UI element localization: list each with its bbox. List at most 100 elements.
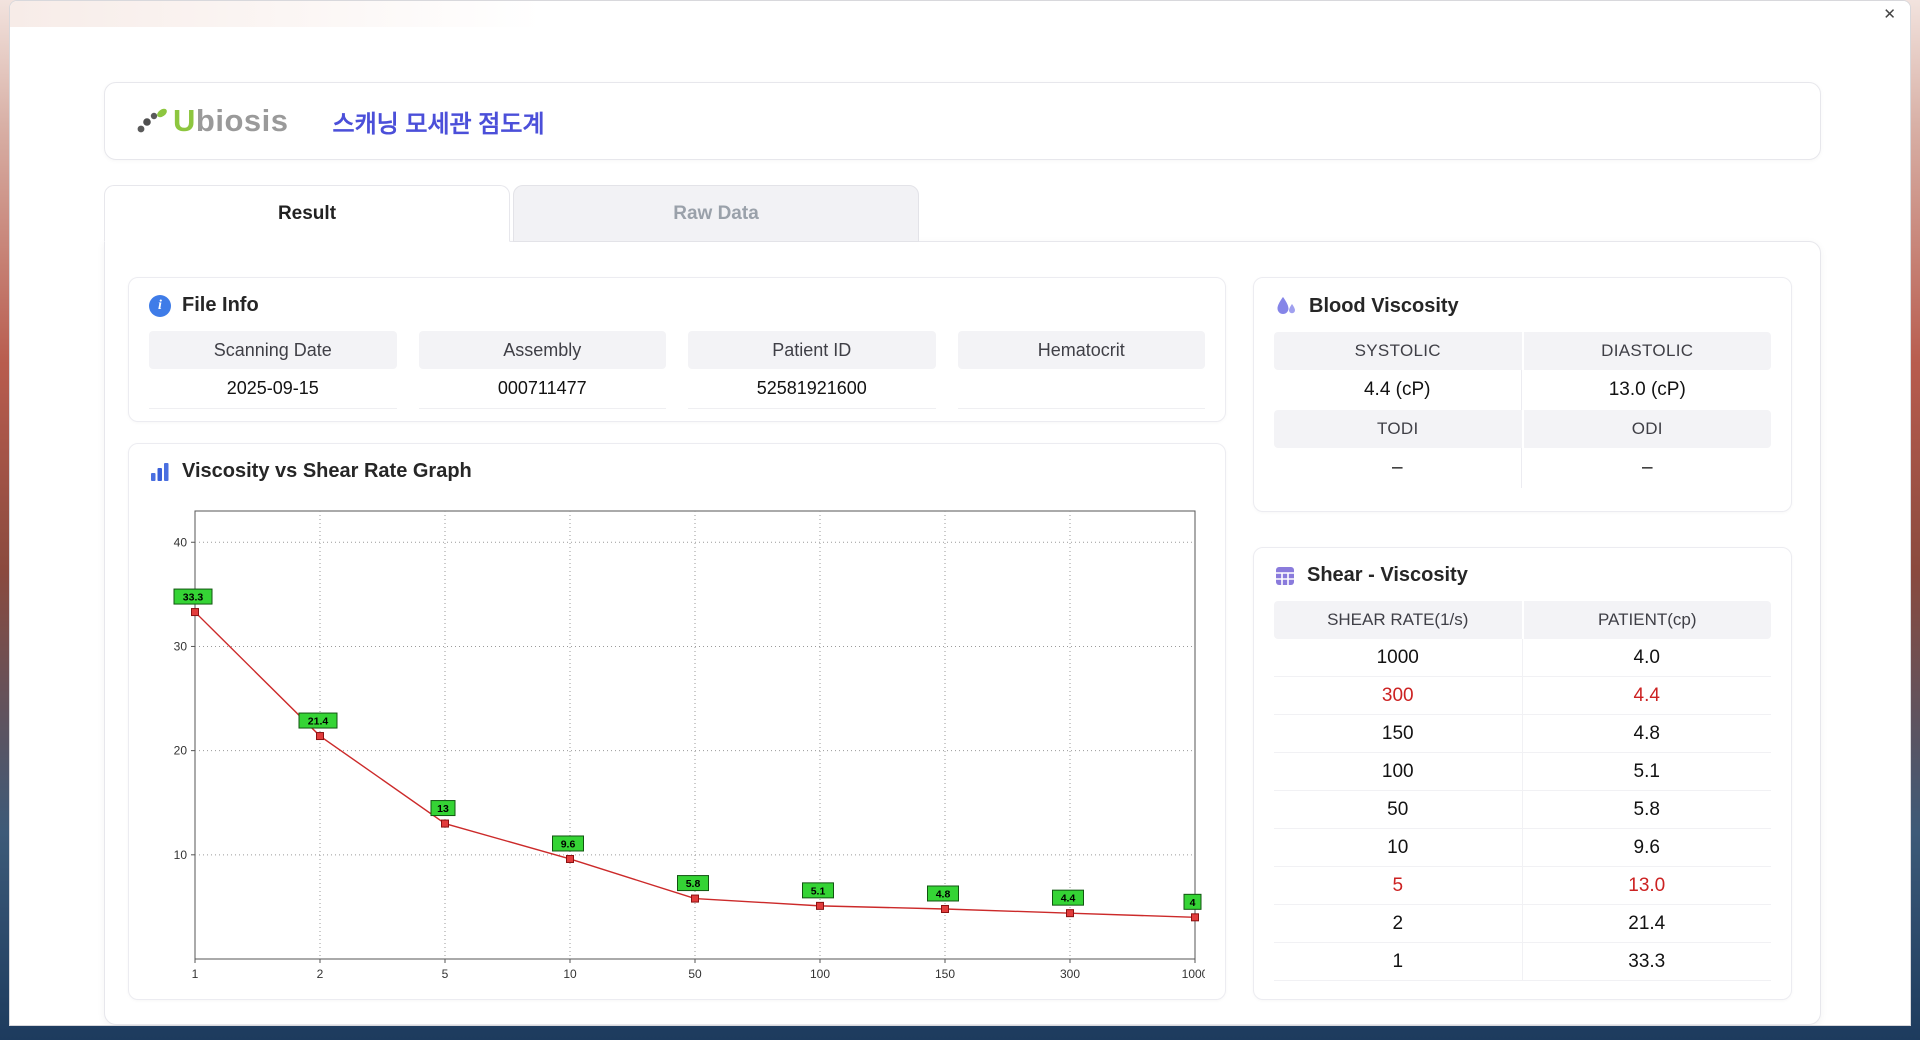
shear-rate-value: 1000 [1274, 639, 1523, 677]
right-column: Blood Viscosity SYSTOLIC DIASTOLIC 4.4 (… [1253, 277, 1792, 1000]
shear-rate-value: 2 [1274, 905, 1523, 943]
shear-rate-value: 50 [1274, 791, 1523, 829]
file-info-title: File Info [182, 294, 259, 316]
close-icon[interactable]: ✕ [1883, 7, 1896, 22]
diastolic-label: DIASTOLIC [1523, 332, 1771, 370]
chart-wrap: 10 20 30 40 1 2 5 10 50 100 150 300 1000 33.3 21.4 13 9.… [129, 495, 1225, 992]
field-value: 2025-09-15 [149, 369, 397, 409]
shear-rate-column-header: SHEAR RATE(1/s) [1274, 601, 1522, 640]
logo-text: Ubiosis [173, 103, 289, 138]
svg-text:21.4: 21.4 [308, 716, 329, 728]
info-icon: i [149, 294, 171, 317]
patient-viscosity-value: 13.0 [1628, 874, 1666, 896]
shear-viscosity-title: Shear - Viscosity [1307, 564, 1468, 587]
tab-raw-data[interactable]: Raw Data [513, 185, 919, 242]
ubiosis-logo: Ubiosis [135, 103, 288, 139]
shear-table-row: 50 5.8 [1274, 791, 1771, 830]
graph-header: Viscosity vs Shear Rate Graph [129, 444, 1225, 495]
systolic-value: 4.4 (cP) [1274, 370, 1522, 410]
app-header: Ubiosis 스캐닝 모세관 점도계 [104, 82, 1821, 160]
svg-text:1: 1 [192, 967, 199, 981]
file-info-header: i File Info [129, 278, 1225, 329]
odi-value: – [1641, 457, 1653, 478]
svg-text:100: 100 [810, 967, 830, 981]
page-title: 스캐닝 모세관 점도계 [332, 110, 545, 138]
svg-text:2: 2 [317, 967, 324, 981]
field-patient-id: Patient ID 52581921600 [688, 331, 936, 409]
window-titlebar: ✕ [10, 1, 1910, 27]
blood-viscosity-title: Blood Viscosity [1309, 294, 1459, 317]
diastolic-value: 13.0 (cP) [1608, 379, 1686, 400]
patient-viscosity-value: 5.8 [1633, 798, 1660, 820]
shear-table-row: 300 4.4 [1274, 677, 1771, 716]
todi-label: TODI [1274, 410, 1522, 448]
viscosity-chart: 10 20 30 40 1 2 5 10 50 100 150 300 1000 33.3 21.4 13 9.… [173, 510, 1209, 981]
field-label: Assembly [418, 331, 666, 369]
graph-title: Viscosity vs Shear Rate Graph [182, 460, 472, 482]
file-info-card: i File Info Scanning Date 2025-09-15 Ass… [128, 277, 1226, 422]
svg-text:50: 50 [688, 967, 702, 981]
tab-bar: Result Raw Data [104, 185, 1820, 242]
field-value: 000711477 [418, 369, 666, 409]
shear-rate-value: 5 [1274, 867, 1523, 905]
shear-viscosity-header: Shear - Viscosity [1254, 548, 1791, 599]
tab-result[interactable]: Result [104, 185, 510, 242]
shear-rate-value: 300 [1274, 677, 1523, 715]
shear-table-row: 150 4.8 [1274, 715, 1771, 754]
patient-viscosity-value: 33.3 [1628, 950, 1666, 972]
svg-text:1000: 1000 [1182, 967, 1205, 981]
shear-table-row: 5 13.0 [1274, 867, 1771, 906]
patient-viscosity-value: 4.4 [1633, 684, 1660, 706]
shear-rate-value: 1 [1274, 943, 1523, 981]
svg-text:33.3: 33.3 [183, 592, 204, 604]
odi-label: ODI [1523, 410, 1771, 448]
svg-text:300: 300 [1060, 967, 1080, 981]
field-assembly: Assembly 000711477 [418, 331, 666, 409]
svg-text:5.1: 5.1 [811, 885, 826, 897]
svg-text:10: 10 [563, 967, 577, 981]
field-value: 52581921600 [688, 369, 936, 409]
svg-text:9.6: 9.6 [561, 838, 576, 850]
page: Ubiosis 스캐닝 모세관 점도계 Result Raw Data i Fi… [10, 82, 1910, 1025]
svg-text:30: 30 [174, 639, 188, 653]
viscosity-graph-card: Viscosity vs Shear Rate Graph 10 20 30 40 1 2… [128, 443, 1226, 1000]
svg-text:4: 4 [1190, 897, 1196, 909]
svg-text:5: 5 [442, 967, 449, 981]
svg-text:150: 150 [935, 967, 955, 981]
patient-viscosity-value: 4.8 [1633, 722, 1660, 744]
blood-viscosity-grid: SYSTOLIC DIASTOLIC 4.4 (cP) 13.0 (cP) TO… [1274, 332, 1771, 488]
shear-rate-value: 100 [1274, 753, 1523, 791]
svg-text:10: 10 [174, 848, 188, 862]
field-label: Scanning Date [149, 331, 397, 369]
blood-viscosity-header: Blood Viscosity [1254, 278, 1791, 330]
shear-table-row: 1 33.3 [1274, 943, 1771, 982]
patient-viscosity-value: 4.0 [1633, 646, 1660, 668]
svg-text:4.8: 4.8 [936, 888, 951, 900]
patient-column-header: PATIENT(cp) [1523, 601, 1771, 640]
shear-table-row: 1000 4.0 [1274, 639, 1771, 678]
field-label: Patient ID [688, 331, 936, 369]
table-icon [1276, 566, 1294, 585]
svg-text:4.4: 4.4 [1061, 893, 1076, 905]
shear-rate-value: 150 [1274, 715, 1523, 753]
shear-table-head: SHEAR RATE(1/s) PATIENT(cp) [1274, 601, 1771, 640]
todi-value: – [1274, 448, 1522, 488]
left-column: i File Info Scanning Date 2025-09-15 Ass… [128, 277, 1226, 1000]
patient-viscosity-value: 9.6 [1633, 836, 1660, 858]
blood-viscosity-card: Blood Viscosity SYSTOLIC DIASTOLIC 4.4 (… [1253, 277, 1792, 513]
result-panel: i File Info Scanning Date 2025-09-15 Ass… [104, 241, 1821, 1025]
logo-mark-icon [137, 108, 167, 133]
shear-table-row: 2 21.4 [1274, 905, 1771, 944]
field-scanning-date: Scanning Date 2025-09-15 [149, 331, 397, 409]
field-hematocrit: Hematocrit [957, 331, 1205, 409]
bar-chart-icon [151, 462, 169, 481]
svg-text:5.8: 5.8 [686, 878, 701, 890]
droplet-icon [1277, 297, 1295, 314]
patient-viscosity-value: 5.1 [1633, 760, 1660, 782]
shear-table: SHEAR RATE(1/s) PATIENT(cp) 1000 4.0 300 4.… [1274, 601, 1771, 982]
shear-viscosity-card: Shear - Viscosity SHEAR RATE(1/s) PATIEN… [1253, 547, 1792, 1000]
patient-viscosity-value: 21.4 [1628, 912, 1666, 934]
shear-table-body: 1000 4.0 300 4.4 150 4.8 100 5.1 50 5.8 10 9.6 5 13.0… [1274, 639, 1771, 982]
field-value [957, 369, 1205, 409]
svg-text:20: 20 [174, 744, 188, 758]
